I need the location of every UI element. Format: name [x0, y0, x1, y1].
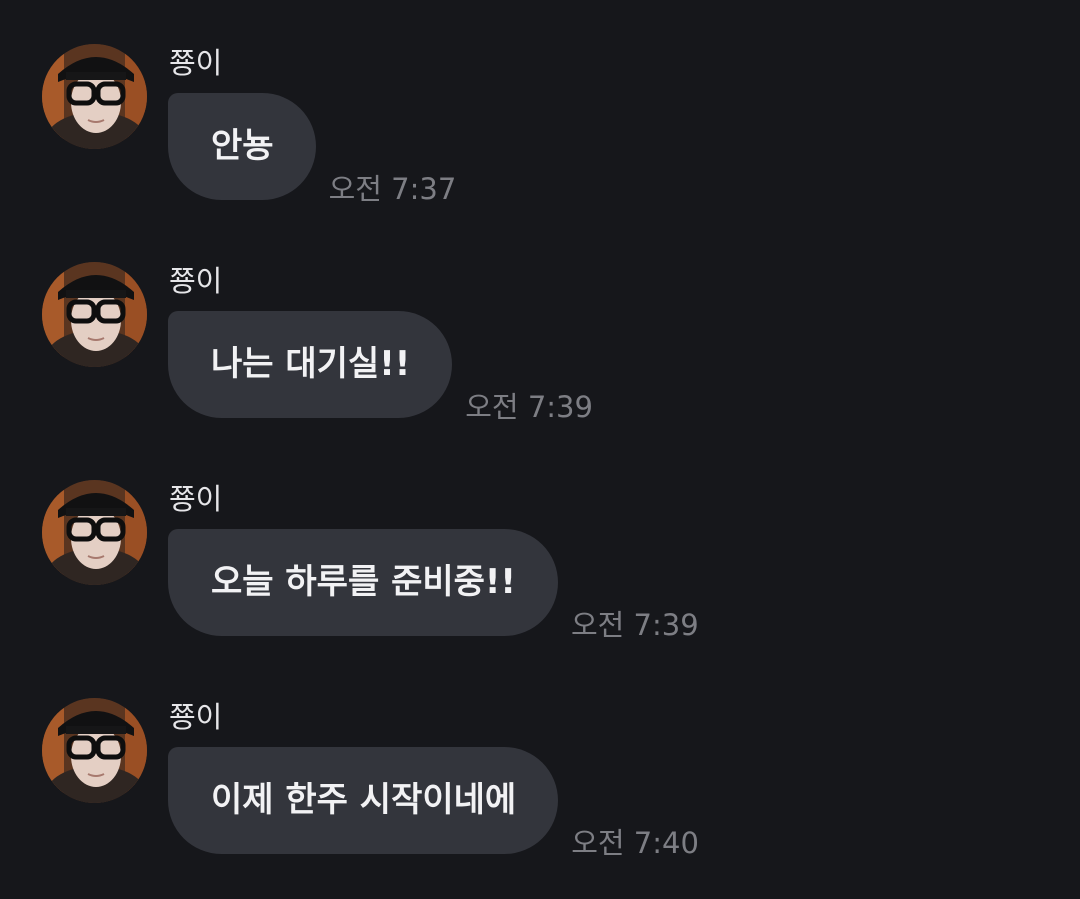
message-timestamp: 오전 7:37	[328, 172, 457, 206]
message-bubble[interactable]: 안뇽	[168, 93, 316, 200]
sender-avatar[interactable]	[42, 480, 147, 585]
sender-name: 쭁이	[169, 46, 223, 80]
sender-avatar[interactable]	[42, 698, 147, 803]
chat-message: 쭁이 이제 한주 시작이네에 오전 7:40	[0, 698, 1080, 868]
message-bubble[interactable]: 이제 한주 시작이네에	[168, 747, 559, 854]
chat-message: 쭁이 안뇽 오전 7:37	[0, 44, 1080, 214]
sender-avatar[interactable]	[42, 44, 147, 149]
sender-name: 쭁이	[169, 482, 223, 516]
chat-message: 쭁이 나는 대기실!! 오전 7:39	[0, 262, 1080, 432]
message-timestamp: 오전 7:39	[570, 608, 699, 642]
message-timestamp: 오전 7:39	[465, 390, 593, 424]
message-bubble[interactable]: 나는 대기실!!	[168, 311, 453, 418]
message-bubble[interactable]: 오늘 하루를 준비중!!	[168, 529, 558, 636]
sender-name: 쭁이	[169, 264, 223, 298]
chat-message-list: 쭁이 안뇽 오전 7:37 쭁이 나는 대기실!! 오전 7:39 쭁이 오늘 …	[0, 0, 1080, 899]
sender-name: 쭁이	[169, 700, 223, 734]
chat-message: 쭁이 오늘 하루를 준비중!! 오전 7:39	[0, 480, 1080, 650]
sender-avatar[interactable]	[42, 262, 147, 367]
message-timestamp: 오전 7:40	[571, 826, 699, 860]
